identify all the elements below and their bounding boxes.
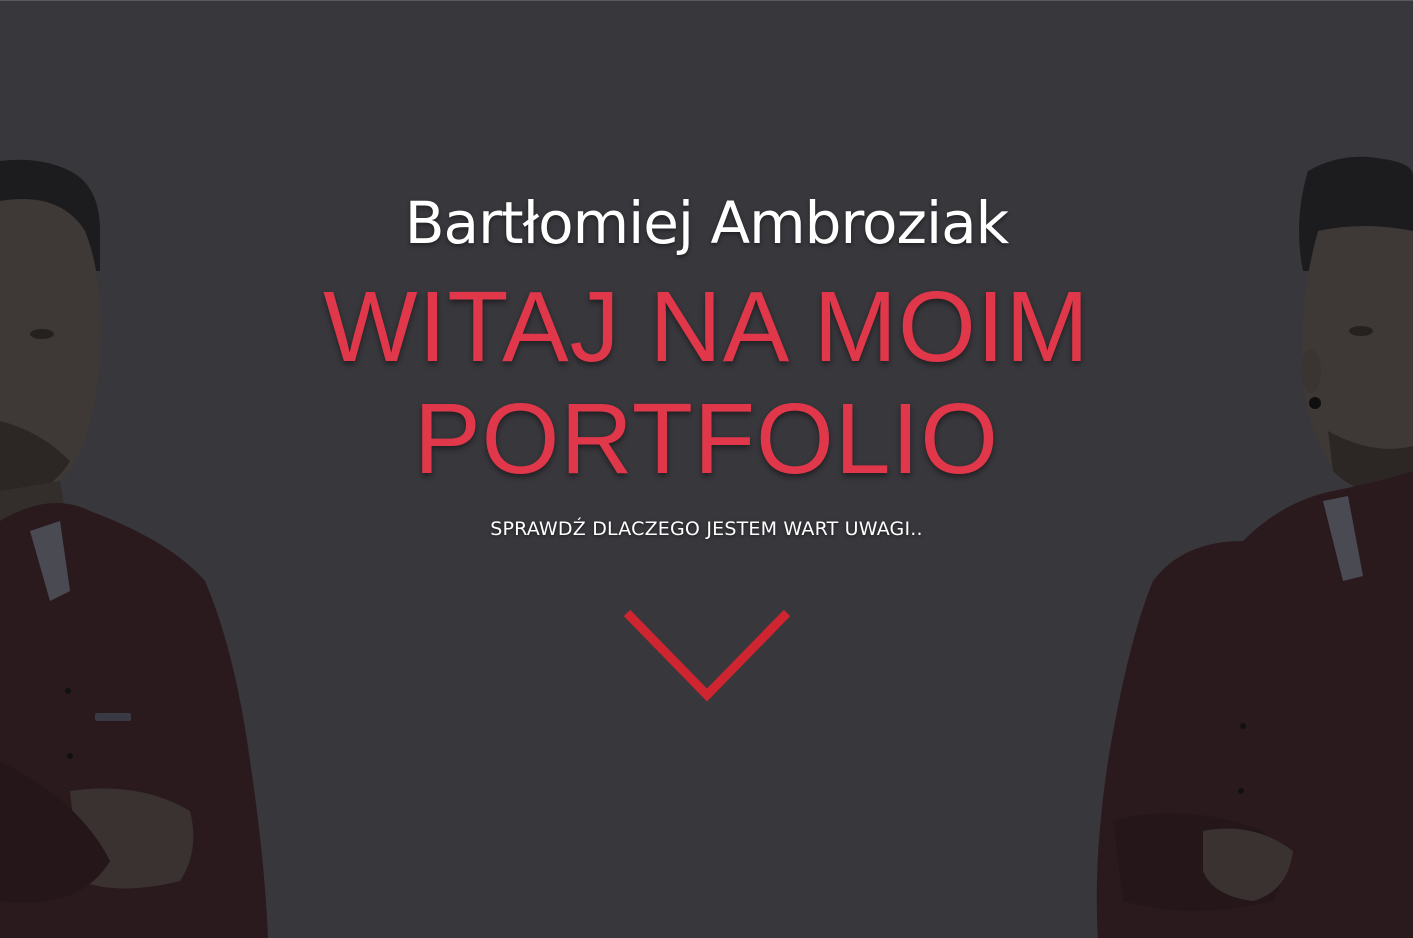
hero-tagline: SPRAWDŹ DLACZEGO JESTEM WART UWAGI.. bbox=[490, 518, 923, 540]
scroll-down-button[interactable] bbox=[622, 605, 792, 705]
hero-headline: WITAJ NA MOIM PORTFOLIO bbox=[323, 271, 1090, 495]
hero-section: Bartłomiej Ambroziak WITAJ NA MOIM PORTF… bbox=[0, 0, 1413, 938]
chevron-down-icon bbox=[623, 609, 791, 702]
hero-name: Bartłomiej Ambroziak bbox=[404, 189, 1009, 257]
hero-content: Bartłomiej Ambroziak WITAJ NA MOIM PORTF… bbox=[0, 181, 1413, 543]
